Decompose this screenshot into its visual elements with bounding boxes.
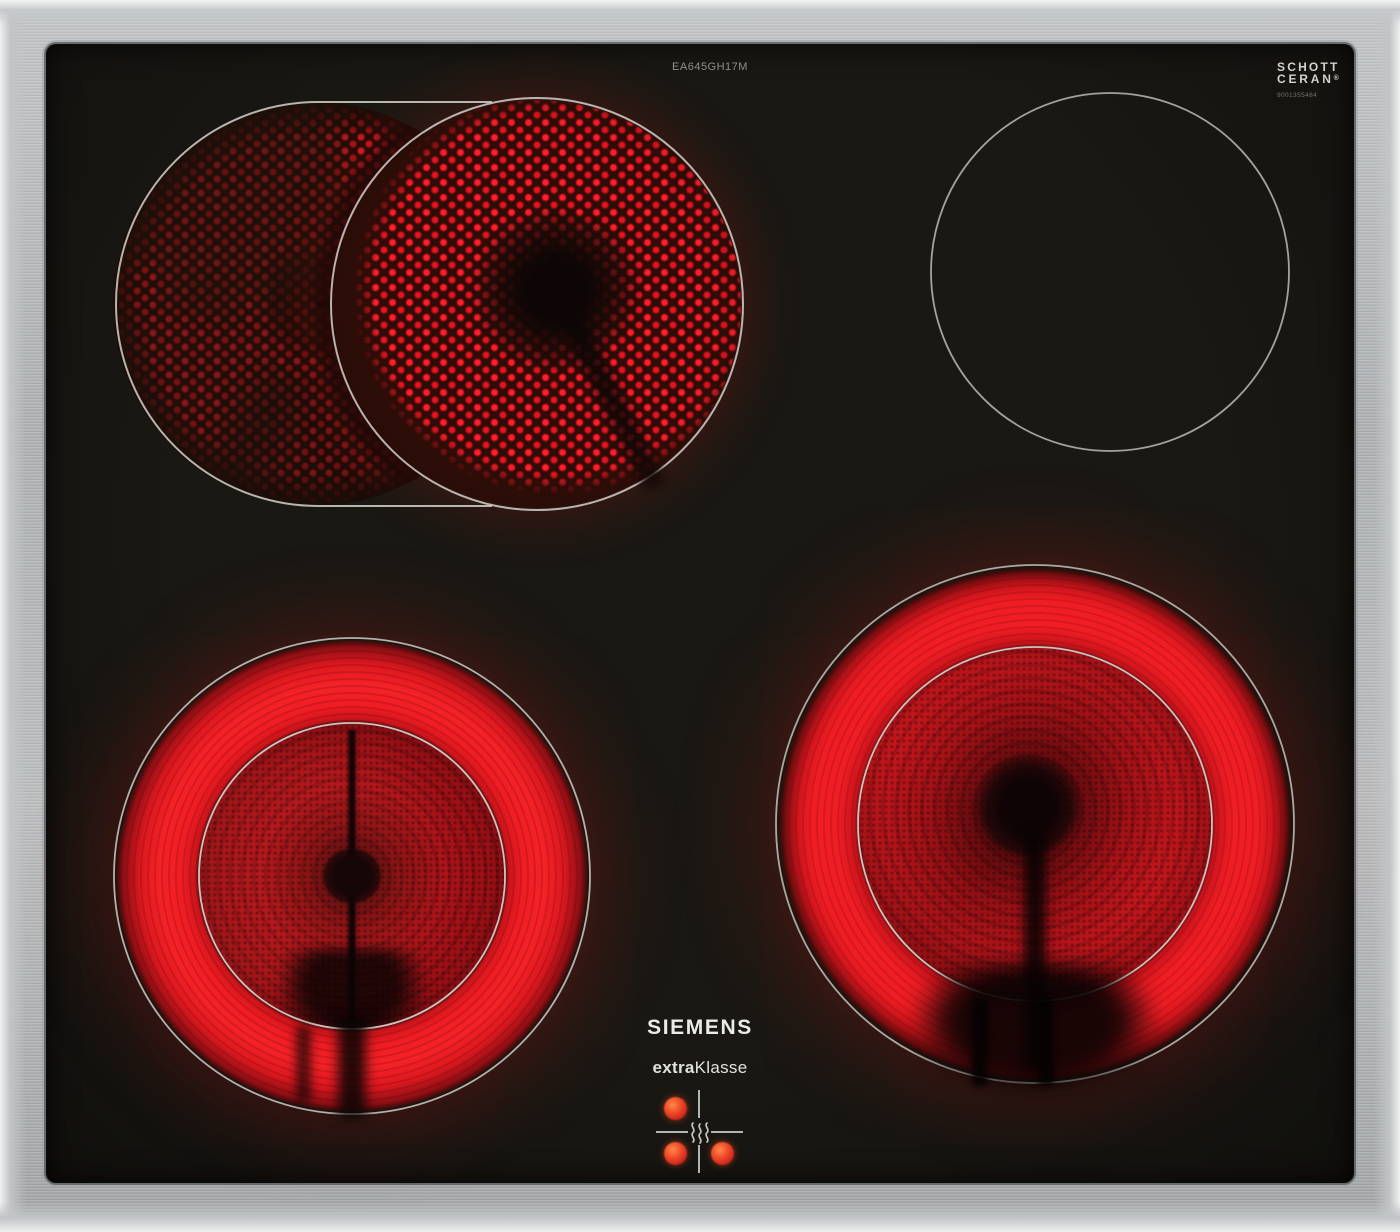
glass-serial-number: 9001355484 — [1277, 90, 1367, 101]
indicator-cross-line — [698, 1090, 700, 1118]
element-connector-bar — [1038, 998, 1054, 1086]
element-center-spot — [323, 849, 381, 903]
siemens-ceramic-hob-photo: EA645GH17M SCHOTT CERAN® 9001355484 SIEM… — [0, 0, 1400, 1232]
ceran-line: CERAN® — [1277, 73, 1367, 85]
brand-logo: SIEMENS — [600, 1016, 800, 1040]
element-connector-stem — [338, 1016, 366, 1118]
registered-mark: ® — [1334, 75, 1339, 82]
indicator-cross-line — [698, 1145, 700, 1173]
halogen-element-bright — [333, 100, 741, 508]
heat-waves-icon — [688, 1119, 712, 1145]
element-connector-stem-small — [296, 1026, 311, 1102]
series-label-light: Klasse — [695, 1058, 748, 1077]
heat-indicator-dot-front-left — [664, 1142, 687, 1165]
element-connector-shadow — [912, 962, 1158, 1096]
cooking-zone-rear-left-main — [333, 100, 741, 508]
heat-indicator-dot-front-right — [711, 1142, 734, 1165]
indicator-cross-line — [656, 1131, 688, 1133]
schott-ceran-logo: SCHOTT CERAN® 9001355484 — [1277, 62, 1367, 101]
series-label: extraKlasse — [600, 1058, 800, 1078]
model-number-label: EA645GH17M — [610, 61, 810, 73]
indicator-cross-line — [711, 1131, 743, 1133]
inner-heating-disc — [200, 724, 504, 1028]
element-connector-bar — [972, 998, 988, 1086]
series-label-bold: extra — [653, 1058, 695, 1077]
element-rim-shadow — [333, 100, 741, 508]
heat-indicator-dot-rear-left — [664, 1097, 687, 1120]
